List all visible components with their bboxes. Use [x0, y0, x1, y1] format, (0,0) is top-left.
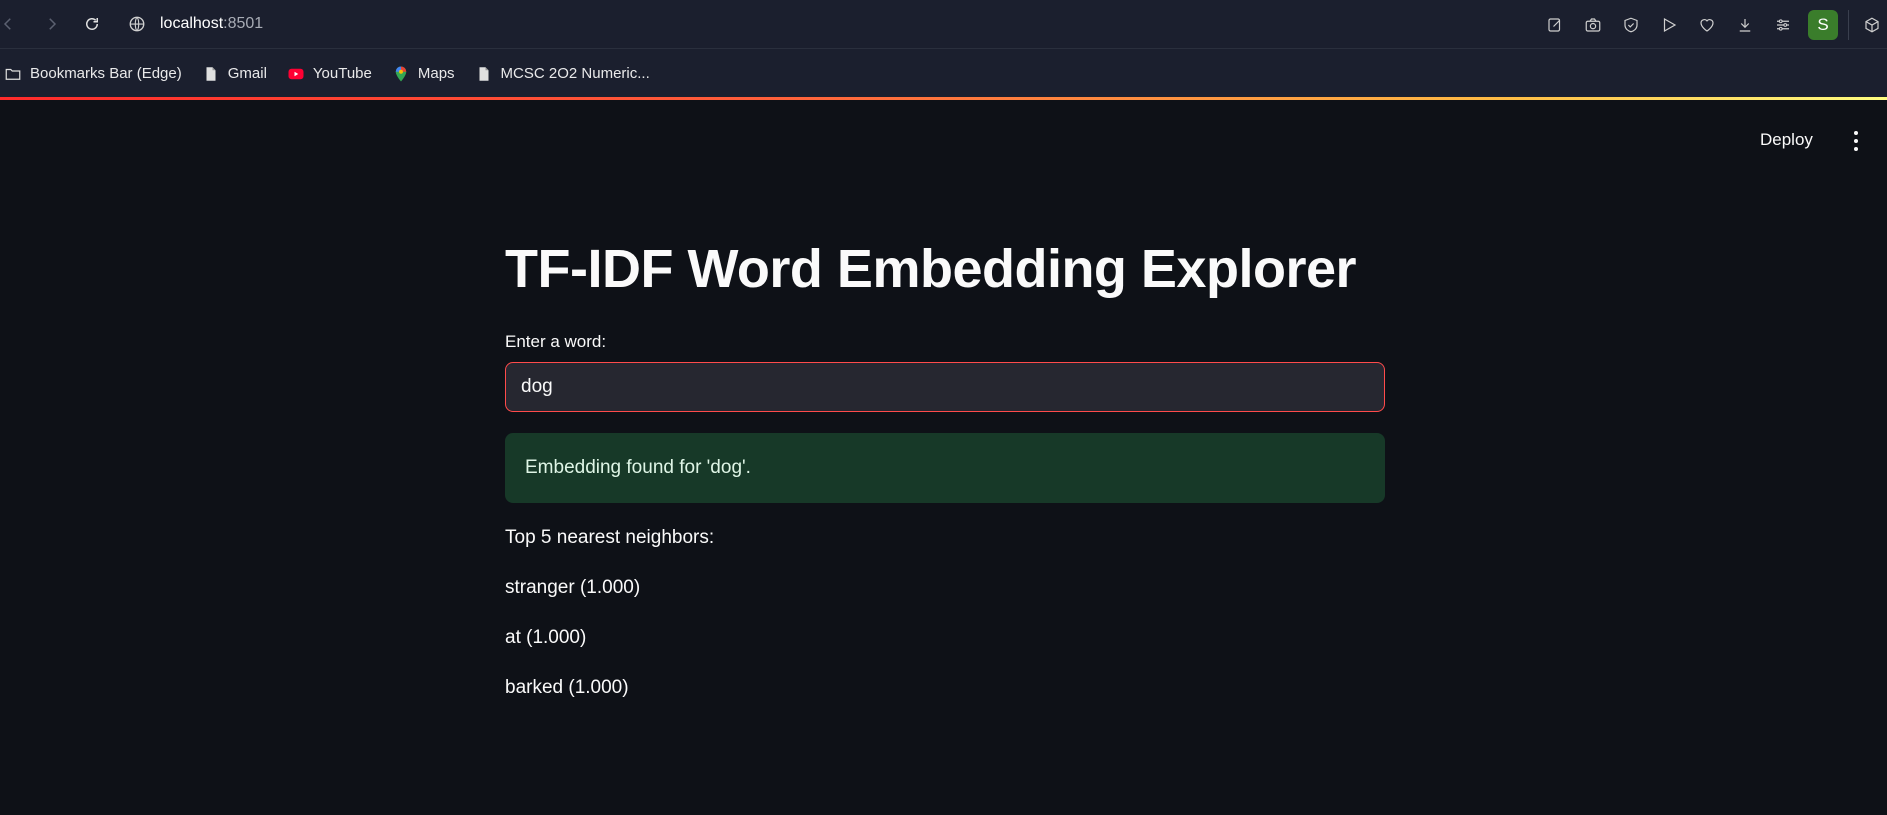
word-input-container[interactable]: [505, 362, 1385, 413]
profile-avatar[interactable]: S: [1808, 9, 1838, 40]
camera-icon: [1585, 17, 1601, 32]
bookmark-label: YouTube: [312, 65, 372, 82]
edit-button[interactable]: [1536, 0, 1574, 49]
deploy-button[interactable]: Deploy: [1760, 130, 1813, 150]
main-menu-button[interactable]: [1846, 129, 1866, 153]
neighbor-item: barked (1.000): [505, 677, 629, 699]
folder-icon: [5, 68, 21, 80]
word-input-label: Enter a word:: [505, 332, 607, 352]
youtube-icon: [288, 68, 304, 79]
shield-icon: [1624, 17, 1638, 32]
heart-icon: [1700, 18, 1714, 32]
toolbar-icons: S: [1536, 0, 1887, 49]
main-content: TF-IDF Word Embedding Explorer Enter a w…: [505, 239, 1385, 699]
bookmark-label: Gmail: [227, 65, 267, 82]
bookmark-label: Maps: [417, 65, 455, 82]
word-input[interactable]: [521, 376, 1384, 399]
play-button[interactable]: [1650, 0, 1688, 49]
file-icon: [479, 66, 489, 81]
file-icon: [206, 66, 216, 81]
bookmarks-bar: Bookmarks Bar (Edge) Gmail YouTube Maps …: [0, 49, 1887, 98]
cube-icon: [1865, 17, 1879, 32]
address-bar[interactable]: localhost:8501: [128, 10, 263, 38]
bookmark-label: MCSC 2O2 Numeric...: [500, 65, 650, 82]
download-icon: [1739, 18, 1751, 32]
screenshot-button[interactable]: [1574, 0, 1612, 49]
bookmark-label: Bookmarks Bar (Edge): [30, 65, 182, 82]
menu-dot: [1854, 139, 1858, 143]
reload-button[interactable]: [80, 12, 104, 36]
reload-icon: [86, 18, 98, 30]
menu-dot: [1854, 131, 1858, 135]
bookmark-youtube[interactable]: YouTube: [287, 65, 372, 83]
settings-button[interactable]: [1764, 0, 1802, 49]
maps-icon: [395, 66, 407, 81]
back-button[interactable]: [0, 12, 20, 36]
downloads-button[interactable]: [1726, 0, 1764, 49]
edit-icon: [1548, 17, 1561, 32]
streamlit-app: Deploy TF-IDF Word Embedding Explorer En…: [0, 100, 1887, 815]
browser-toolbar: localhost:8501 S: [0, 0, 1887, 49]
bookmark-maps[interactable]: Maps: [392, 65, 455, 83]
bookmark-gmail[interactable]: Gmail: [202, 65, 267, 83]
page-title: TF-IDF Word Embedding Explorer: [505, 239, 1357, 299]
back-icon: [3, 18, 11, 30]
shield-button[interactable]: [1612, 0, 1650, 49]
neighbor-item: at (1.000): [505, 627, 587, 649]
neighbors-heading: Top 5 nearest neighbors:: [505, 527, 715, 549]
url-text: localhost:8501: [160, 15, 264, 32]
forward-button[interactable]: [40, 12, 64, 36]
globe-icon: [129, 16, 145, 32]
sliders-icon: [1777, 18, 1789, 31]
extensions-button[interactable]: [1857, 0, 1887, 49]
menu-dot: [1854, 147, 1858, 151]
bookmark-mcsc[interactable]: MCSC 2O2 Numeric...: [475, 65, 650, 83]
bookmark-folder-edge[interactable]: Bookmarks Bar (Edge): [4, 65, 182, 83]
neighbor-item: stranger (1.000): [505, 577, 641, 599]
favorites-button[interactable]: [1688, 0, 1726, 49]
success-alert: Embedding found for 'dog'.: [505, 433, 1385, 504]
play-icon: [1663, 17, 1677, 32]
toolbar-divider: [1848, 9, 1849, 40]
forward-icon: [49, 18, 57, 30]
